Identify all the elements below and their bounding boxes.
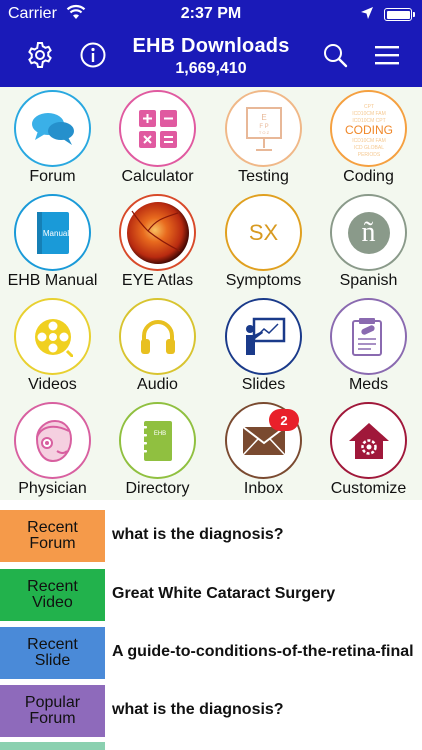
row-tag: Recent Video	[0, 569, 105, 621]
grid-item-label: Forum	[29, 168, 76, 185]
grid-item-audio[interactable]: Audio	[105, 295, 210, 399]
film-reel-icon	[34, 318, 73, 357]
grid-item-label: Coding	[343, 168, 394, 185]
grid-item-label: Testing	[238, 168, 289, 185]
spanish-n-icon: ñ	[347, 211, 390, 254]
grid-item-label: Slides	[241, 376, 286, 393]
status-bar: Carrier 2:37 PM	[0, 0, 422, 30]
grid-item-label: Directory	[125, 480, 190, 497]
grid-item-coding[interactable]: CPT ICD10CM FAM ICD10CM CPT CODING ICD10…	[316, 87, 421, 191]
presenter-icon	[245, 317, 285, 355]
list-item-recent-video[interactable]: Recent Video Great White Cataract Surger…	[0, 569, 422, 621]
row-tag: Popular Forum	[0, 685, 105, 737]
app-header: Carrier 2:37 PM EHB Downloads 1,669,410	[0, 0, 422, 87]
manual-book-icon: Manual	[36, 211, 69, 254]
row-title: what is the diagnosis?	[112, 701, 284, 718]
grid-item-label: Audio	[137, 376, 178, 393]
row-tag-line1: Recent	[27, 578, 78, 595]
list-item-recent-forum[interactable]: Recent Forum what is the diagnosis?	[0, 510, 422, 562]
grid-item-meds[interactable]: Meds	[316, 295, 421, 399]
grid-item-inbox[interactable]: Inbox	[211, 399, 316, 503]
row-tag: Recent Forum	[0, 510, 105, 562]
grid-item-symptoms[interactable]: SX Symptoms	[211, 191, 316, 295]
svg-text:ICD GLOBAL: ICD GLOBAL	[353, 145, 383, 151]
grid-item-label: Videos	[28, 376, 77, 393]
retina-icon	[126, 201, 189, 264]
list-item-popular-forum[interactable]: Popular Forum what is the diagnosis?	[0, 685, 422, 737]
row-tag-line1: Recent	[27, 636, 78, 653]
inbox-badge: 2	[269, 409, 299, 431]
headphones-icon	[140, 319, 175, 354]
download-count: 1,669,410	[175, 60, 247, 77]
svg-text:EHB: EHB	[153, 431, 165, 437]
grid-item-videos[interactable]: Videos	[0, 295, 105, 399]
row-title: A guide-to-conditions-of-the-retina-fina…	[112, 643, 414, 660]
calculator-icon	[138, 109, 177, 148]
grid-item-label: Symptoms	[225, 272, 302, 289]
svg-text:T O Z: T O Z	[258, 130, 269, 135]
row-tag-line2: Forum	[29, 710, 76, 727]
grid-item-calculator[interactable]: Calculator	[105, 87, 210, 191]
list-item-recent-slide[interactable]: Recent Slide A guide-to-conditions-of-th…	[0, 627, 422, 679]
grid-item-ehb-manual[interactable]: Manual EHB Manual	[0, 191, 105, 295]
svg-text:ICD10CM FAM: ICD10CM FAM	[352, 138, 386, 144]
svg-text:PERIODS: PERIODS	[357, 152, 380, 158]
location-arrow-icon	[361, 7, 373, 19]
row-tag-line2: Video	[32, 594, 73, 611]
coding-icon: CPT ICD10CM FAM ICD10CM CPT CODING ICD10…	[345, 104, 393, 158]
grid-item-label: Meds	[348, 376, 389, 393]
spanish-n-glyph: ñ	[361, 216, 376, 248]
prescription-icon	[351, 317, 382, 356]
svg-text:ICD10CM FAM: ICD10CM FAM	[352, 111, 386, 117]
feature-grid: Forum Calculator E F P T O Z Testing CPT…	[0, 87, 422, 500]
search-button[interactable]	[320, 40, 350, 70]
symptoms-sx-icon: SX	[248, 219, 279, 245]
svg-text:E: E	[261, 113, 266, 122]
status-time: 2:37 PM	[180, 5, 242, 22]
physician-face-icon	[35, 419, 72, 462]
grid-item-slides[interactable]: Slides	[211, 295, 316, 399]
page-title: EHB Downloads	[132, 35, 290, 57]
row-title: what is the diagnosis?	[112, 526, 284, 543]
grid-item-label: Spanish	[339, 272, 398, 289]
grid-item-customize[interactable]: Customize	[316, 399, 421, 503]
svg-text:Manual: Manual	[42, 229, 68, 238]
home-gear-icon	[348, 422, 389, 459]
grid-item-eye-atlas[interactable]: EYE Atlas	[105, 191, 210, 295]
svg-text:CODING: CODING	[345, 123, 393, 137]
grid-item-label: EYE Atlas	[121, 272, 194, 289]
grid-item-label: Calculator	[121, 168, 194, 185]
next-row-peek	[0, 742, 105, 750]
row-tag-line1: Recent	[27, 519, 78, 536]
svg-text:CPT: CPT	[364, 104, 374, 110]
directory-book-icon: EHB	[140, 420, 172, 461]
row-tag: Recent Slide	[0, 627, 105, 679]
eye-chart-icon: E F P T O Z	[245, 106, 282, 151]
hamburger-menu-icon	[375, 46, 399, 65]
row-tag-line2: Slide	[34, 652, 71, 669]
battery-icon	[384, 8, 415, 21]
grid-item-spanish[interactable]: ñ Spanish	[316, 191, 421, 295]
grid-item-physician[interactable]: Physician	[0, 399, 105, 503]
grid-item-directory[interactable]: EHB Directory	[105, 399, 210, 503]
menu-button[interactable]	[372, 40, 402, 70]
grid-item-label: Customize	[330, 480, 407, 497]
row-tag-line1: Popular	[24, 694, 81, 711]
search-icon	[324, 44, 348, 68]
row-title: Great White Cataract Surgery	[112, 585, 336, 602]
grid-item-label: Inbox	[243, 480, 284, 497]
grid-item-forum[interactable]: Forum	[0, 87, 105, 191]
grid-item-testing[interactable]: E F P T O Z Testing	[211, 87, 316, 191]
grid-item-label: EHB Manual	[7, 272, 98, 289]
chat-bubbles-icon	[31, 112, 74, 145]
grid-item-label: Physician	[18, 480, 87, 497]
row-tag-line2: Forum	[29, 535, 76, 552]
